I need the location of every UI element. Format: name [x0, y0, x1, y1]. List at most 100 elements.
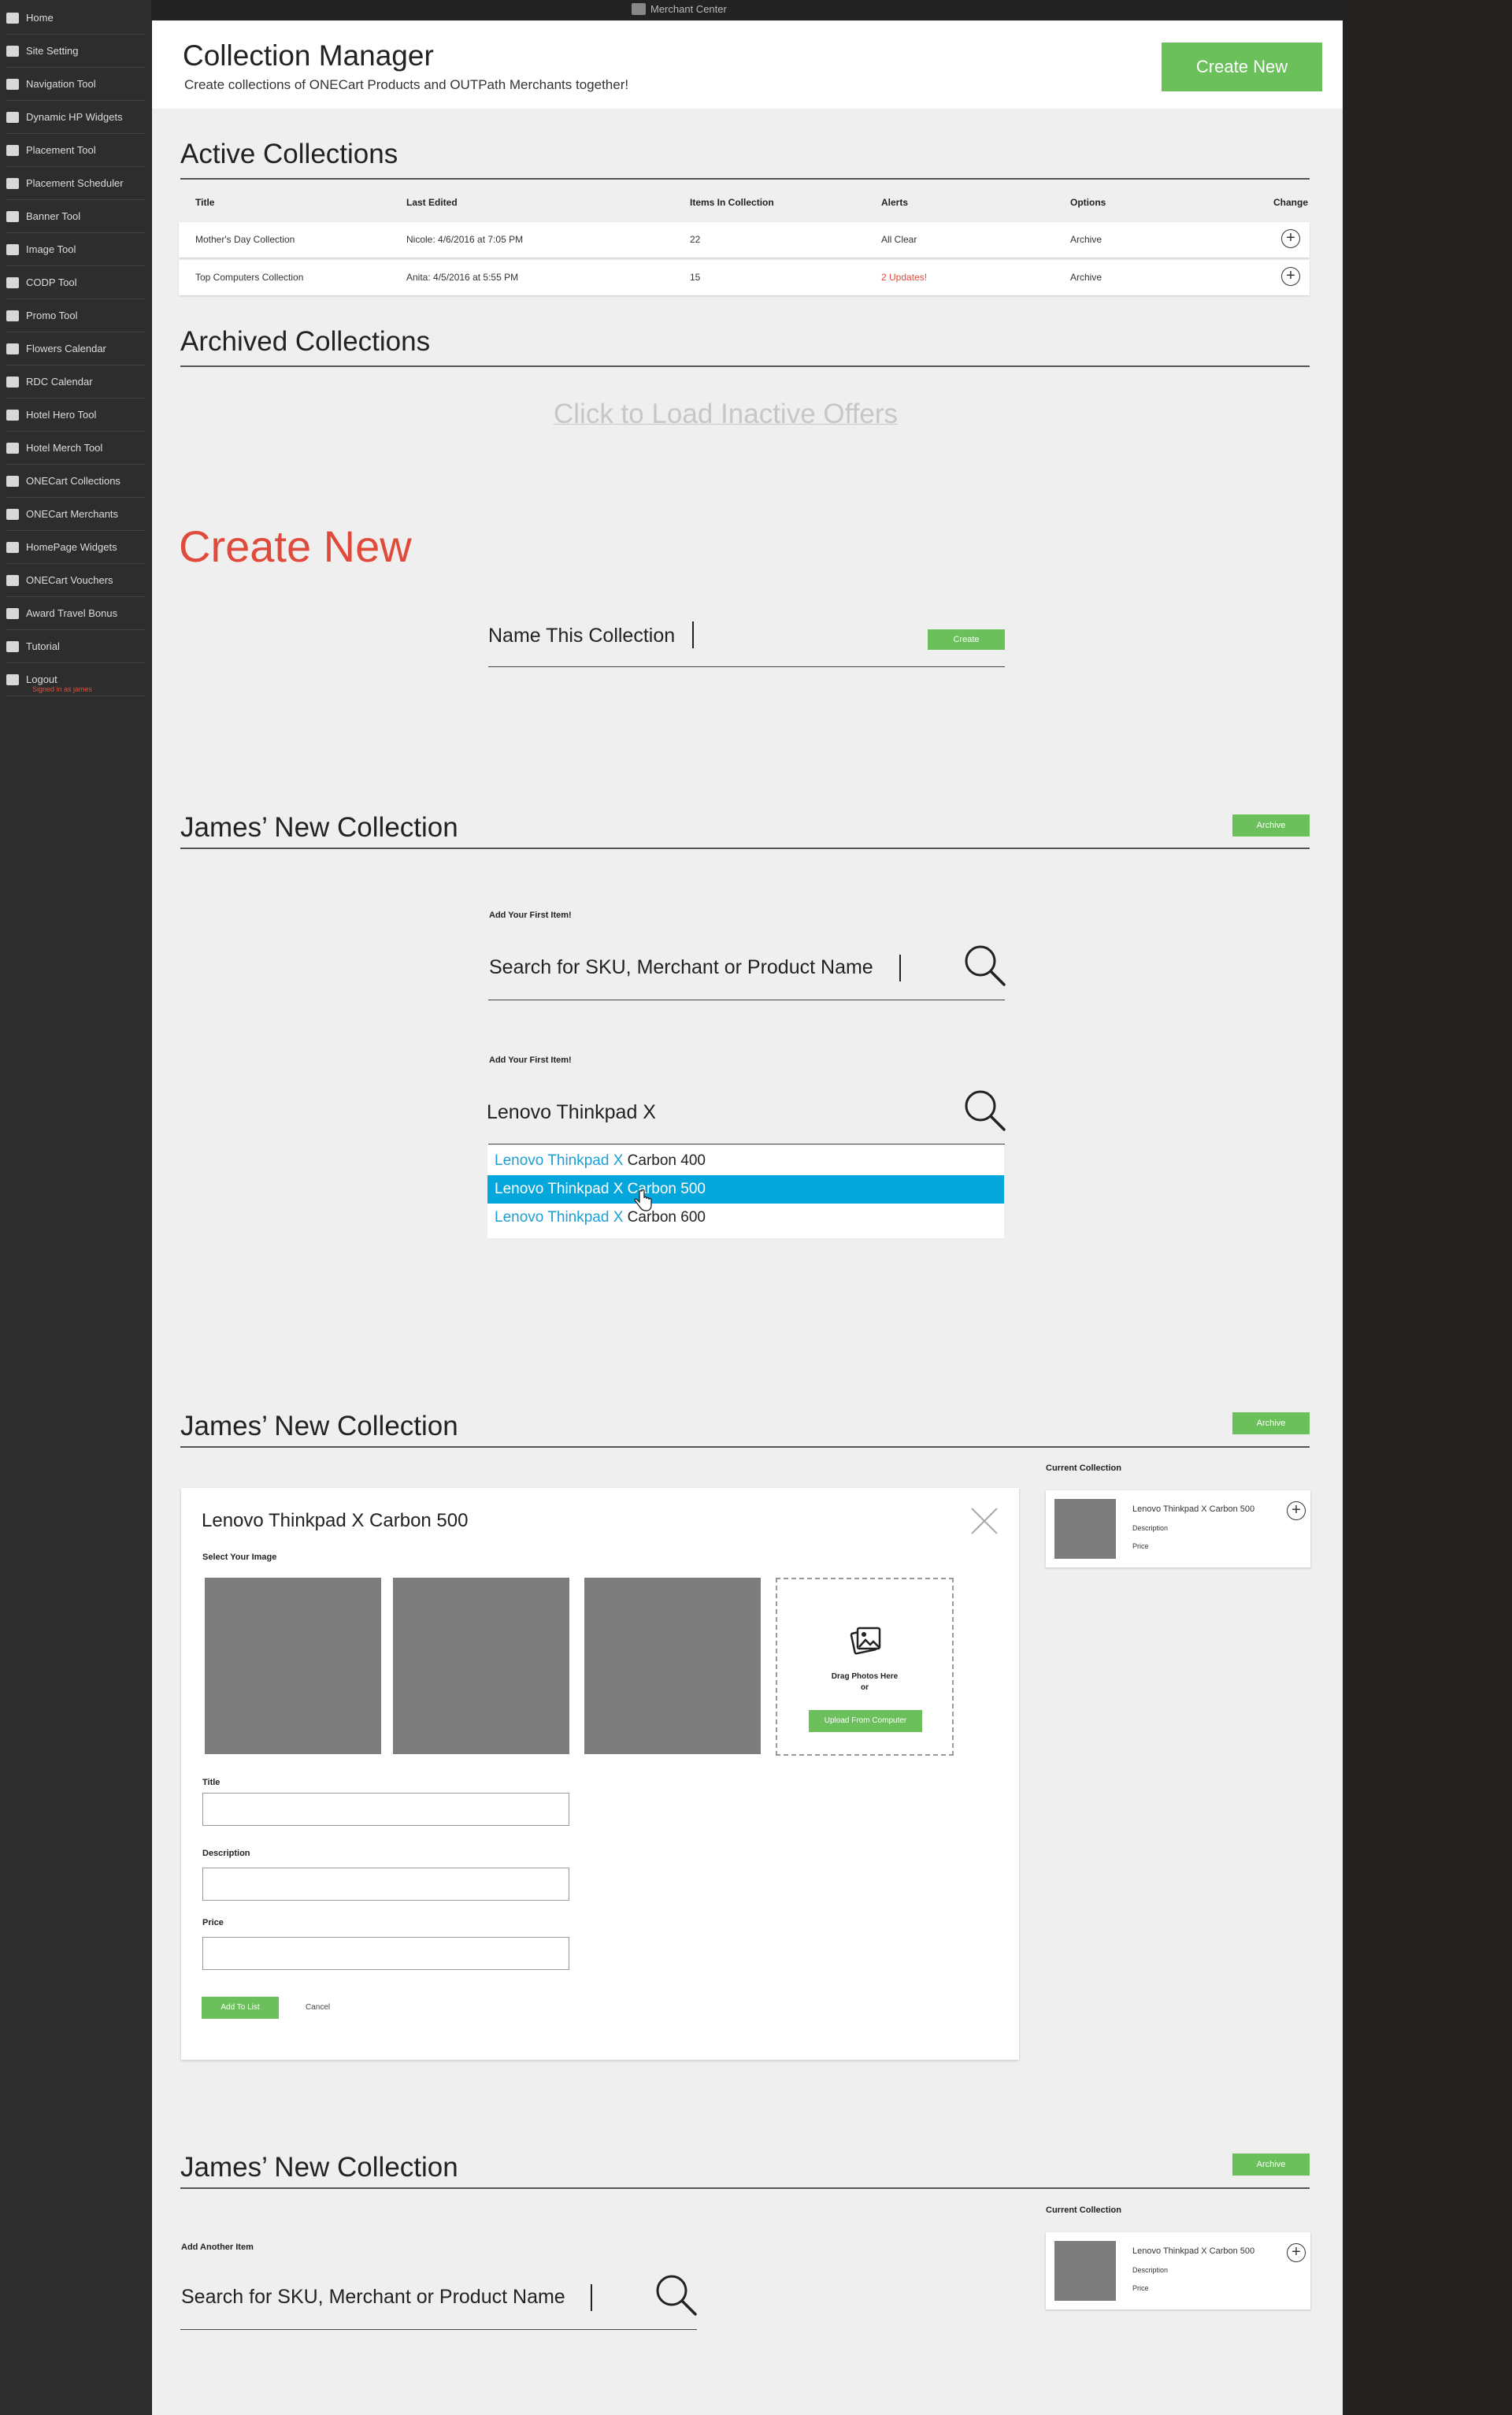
hand-cursor-icon [634, 1189, 652, 1211]
row-last-edited: Nicole: 4/6/2016 at 7:05 PM [406, 234, 524, 245]
sidebar-item-label: Navigation Tool [26, 78, 96, 90]
price-input[interactable] [202, 1937, 569, 1970]
cancel-link[interactable]: Cancel [306, 2003, 330, 2012]
product-name: Lenovo Thinkpad X Carbon 500 [202, 1510, 469, 1531]
row-title: Top Computers Collection [195, 272, 304, 283]
archive-button[interactable]: Archive [1232, 1412, 1310, 1434]
expand-plus-icon[interactable]: + [1281, 229, 1300, 248]
tutorial-icon [6, 640, 19, 652]
collection-icon [6, 475, 19, 487]
price-label: Price [202, 1918, 224, 1927]
upload-from-computer-button[interactable]: Upload From Computer [809, 1710, 922, 1732]
table-row[interactable]: Top Computers Collection Anita: 4/5/2016… [179, 260, 1310, 295]
column-header-title: Title [195, 197, 215, 208]
grid-icon [6, 343, 19, 354]
autocomplete-option[interactable]: Lenovo Thinkpad X Carbon 400 [487, 1147, 1004, 1175]
brand[interactable]: Merchant Center [632, 3, 727, 15]
photo-dropzone[interactable]: Drag Photos Here or Upload From Computer [776, 1578, 954, 1756]
sidebar-item-home[interactable]: Home [6, 2, 145, 35]
expand-plus-icon[interactable]: + [1287, 2243, 1306, 2262]
item-thumbnail [1054, 2241, 1116, 2301]
sidebar-item-dynamic-hp-widgets[interactable]: Dynamic HP Widgets [6, 101, 145, 134]
sidebar-item-label: RDC Calendar [26, 376, 93, 388]
expand-plus-icon[interactable]: + [1281, 267, 1300, 286]
add-item-label: Add Your First Item! [489, 911, 572, 920]
sidebar-item-tutorial[interactable]: Tutorial [6, 630, 145, 663]
archive-button[interactable]: Archive [1232, 814, 1310, 837]
page-header: Collection Manager Create collections of… [152, 20, 1343, 109]
create-collection-button[interactable]: Create [928, 629, 1005, 650]
load-inactive-offers-link[interactable]: Click to Load Inactive Offers [554, 399, 898, 430]
name-collection-input[interactable]: Name This Collection [488, 625, 675, 647]
table-row[interactable]: Mother's Day Collection Nicole: 4/6/2016… [179, 222, 1310, 258]
image-option[interactable] [584, 1578, 761, 1754]
sidebar-item-placement-scheduler[interactable]: Placement Scheduler [6, 167, 145, 200]
add-item-label: Add Your First Item! [489, 1055, 572, 1065]
image-option[interactable] [205, 1578, 381, 1754]
title-input[interactable] [202, 1793, 569, 1826]
image-option[interactable] [393, 1578, 569, 1754]
merchant-center-icon [632, 3, 646, 15]
sidebar-item-label: Flowers Calendar [26, 343, 106, 354]
sidebar-item-promo-tool[interactable]: Promo Tool [6, 299, 145, 332]
sidebar-item-label: Promo Tool [26, 310, 78, 321]
settings-icon [6, 45, 19, 57]
item-thumbnail [1054, 1499, 1116, 1559]
grid-icon [6, 177, 19, 189]
sidebar-item-label: Placement Tool [26, 144, 96, 156]
column-header-options: Options [1070, 197, 1106, 208]
sidebar: Home Site Setting Navigation Tool Dynami… [0, 0, 152, 2415]
autocomplete-option-selected[interactable]: Lenovo Thinkpad X Carbon 500 [487, 1175, 1004, 1204]
divider [180, 848, 1310, 849]
row-archive-link[interactable]: Archive [1070, 272, 1102, 283]
search-icon[interactable] [962, 942, 1009, 989]
collection-title: James’ New Collection [180, 1411, 458, 1441]
add-to-list-button[interactable]: Add To List [202, 1997, 279, 2019]
brand-label: Merchant Center [650, 3, 727, 15]
sidebar-item-banner-tool[interactable]: Banner Tool [6, 200, 145, 233]
sidebar-item-hotel-merch-tool[interactable]: Hotel Merch Tool [6, 432, 145, 465]
sidebar-item-placement-tool[interactable]: Placement Tool [6, 134, 145, 167]
sidebar-item-flowers-calendar[interactable]: Flowers Calendar [6, 332, 145, 365]
row-last-edited: Anita: 4/5/2016 at 5:55 PM [406, 272, 519, 283]
sidebar-item-label: Logout [26, 673, 57, 685]
sidebar-item-label: CODP Tool [26, 276, 77, 288]
description-input[interactable] [202, 1868, 569, 1901]
search-icon[interactable] [653, 2272, 700, 2319]
sidebar-item-logout[interactable]: Logout Signed in as james [6, 663, 145, 696]
divider [180, 1446, 1310, 1448]
filter-icon [6, 409, 19, 421]
close-icon[interactable] [969, 1505, 1000, 1537]
sidebar-item-rdc-calendar[interactable]: RDC Calendar [6, 365, 145, 399]
sidebar-item-label: Placement Scheduler [26, 177, 124, 189]
search-input[interactable]: Lenovo Thinkpad X [487, 1101, 656, 1124]
collection-title: James’ New Collection [180, 2152, 458, 2183]
sidebar-item-onecart-vouchers[interactable]: ONECart Vouchers [6, 564, 145, 597]
archive-button[interactable]: Archive [1232, 2153, 1310, 2176]
sidebar-item-navigation-tool[interactable]: Navigation Tool [6, 68, 145, 101]
item-price: Price [1132, 2284, 1149, 2292]
sidebar-item-codp-tool[interactable]: CODP Tool [6, 266, 145, 299]
select-image-label: Select Your Image [202, 1552, 277, 1562]
sidebar-item-onecart-merchants[interactable]: ONECart Merchants [6, 498, 145, 531]
expand-plus-icon[interactable]: + [1287, 1501, 1306, 1520]
sidebar-item-site-setting[interactable]: Site Setting [6, 35, 145, 68]
autocomplete-option[interactable]: Lenovo Thinkpad X Carbon 600 [487, 1204, 1004, 1232]
sidebar-item-onecart-collections[interactable]: ONECart Collections [6, 465, 145, 498]
item-description: Description [1132, 1524, 1169, 1532]
row-archive-link[interactable]: Archive [1070, 234, 1102, 245]
sidebar-item-label: Tutorial [26, 640, 60, 652]
sidebar-item-award-travel-bonus[interactable]: Award Travel Bonus [6, 597, 145, 630]
column-header-alerts: Alerts [881, 197, 909, 208]
search-input[interactable]: Search for SKU, Merchant or Product Name [181, 2286, 565, 2309]
sidebar-item-homepage-widgets[interactable]: HomePage Widgets [6, 531, 145, 564]
create-new-button[interactable]: Create New [1162, 43, 1322, 91]
sidebar-item-label: HomePage Widgets [26, 541, 117, 553]
sidebar-item-image-tool[interactable]: Image Tool [6, 233, 145, 266]
search-input[interactable]: Search for SKU, Merchant or Product Name [489, 956, 873, 979]
item-description: Description [1132, 2266, 1169, 2274]
column-header-change: Change [1273, 197, 1309, 208]
sidebar-item-hotel-hero-tool[interactable]: Hotel Hero Tool [6, 399, 145, 432]
promo-icon [6, 310, 19, 321]
search-icon[interactable] [962, 1087, 1009, 1134]
